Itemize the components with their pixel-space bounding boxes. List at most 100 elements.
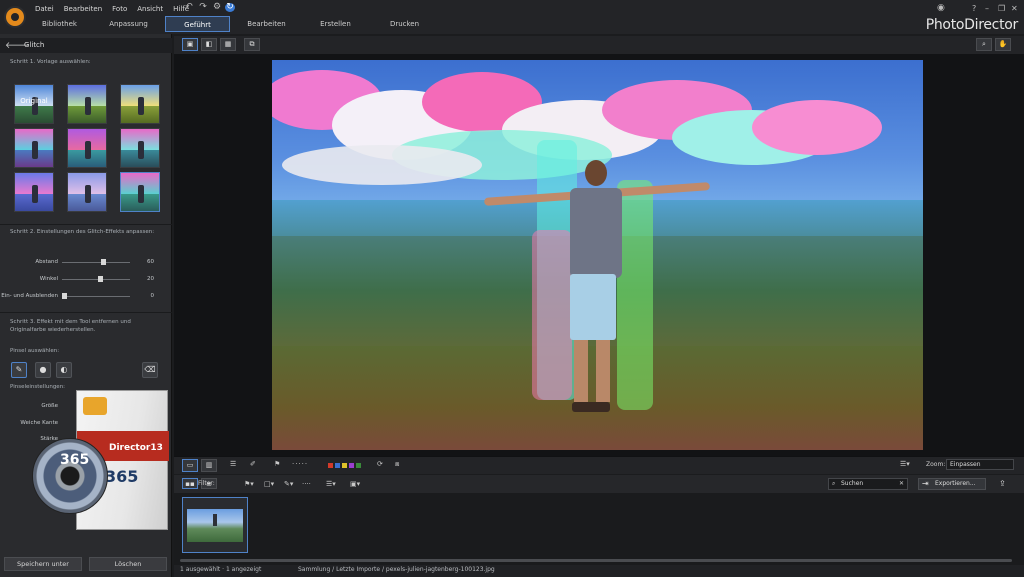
brush-size-label: Größe: [41, 403, 58, 409]
menu-file[interactable]: Datei: [34, 3, 55, 15]
settings-icon[interactable]: ⚙: [212, 3, 222, 12]
tab-library[interactable]: Bibliothek: [27, 16, 92, 32]
update-icon[interactable]: ↻: [225, 3, 235, 12]
search-input[interactable]: Suchen: [828, 478, 908, 490]
flag-icon[interactable]: ✐: [250, 460, 256, 468]
account-icon[interactable]: ◉: [937, 3, 945, 13]
brush-strength-label: Stärke: [40, 436, 58, 442]
grid-view-icon[interactable]: ▦: [220, 38, 236, 51]
tab-print[interactable]: Drucken: [372, 16, 437, 32]
tab-guided[interactable]: Geführt: [165, 16, 230, 32]
eraser-tool-button[interactable]: ●: [35, 362, 51, 378]
box-365-label: 365: [105, 467, 139, 486]
zoom-label: Zoom:: [926, 461, 946, 468]
thumbnail-view-icon[interactable]: ▪▪: [182, 478, 198, 489]
color-label-red[interactable]: [328, 463, 333, 468]
brush-tool-button[interactable]: ✎: [11, 362, 27, 378]
divider: [0, 224, 172, 225]
title-bar: Datei Bearbeiten Foto Ansicht Hilfe ↶ ↷ …: [0, 0, 1024, 34]
flag-filter-icon[interactable]: ⚑▾: [244, 480, 254, 488]
fade-label: Ein- und Ausblenden: [1, 293, 58, 299]
color-label-blue[interactable]: [335, 463, 340, 468]
clear-brush-button[interactable]: ⌫: [142, 362, 158, 378]
preset-4[interactable]: [14, 128, 54, 168]
rating-filter-icon[interactable]: ····: [302, 480, 311, 488]
step2-label: Schritt 2. Einstellungen des Glitch-Effe…: [10, 229, 155, 235]
step3-label-line2: Originalfarbe wiederherstellen.: [10, 327, 96, 333]
tab-create[interactable]: Erstellen: [303, 16, 368, 32]
pick-flag-icon[interactable]: ⚑: [274, 460, 280, 468]
color-label-green[interactable]: [356, 463, 361, 468]
tab-adjustment[interactable]: Anpassung: [96, 16, 161, 32]
menu-edit[interactable]: Bearbeiten: [63, 3, 103, 15]
single-layout-icon[interactable]: ▭: [182, 459, 198, 472]
zoom-tool-icon[interactable]: ⌕: [976, 38, 992, 51]
selection-count: 1 ausgewählt · 1 angezeigt: [180, 566, 262, 573]
brush-select-label: Pinsel auswählen:: [10, 348, 60, 354]
fade-slider[interactable]: [62, 296, 130, 297]
preset-3[interactable]: [120, 84, 160, 124]
smart-brush-button[interactable]: ◐: [56, 362, 72, 378]
close-button[interactable]: ✕: [1011, 4, 1018, 13]
distance-slider[interactable]: [62, 262, 130, 263]
stack-filter-icon[interactable]: ▣▾: [350, 480, 360, 488]
label-filter-icon[interactable]: □▾: [264, 480, 274, 488]
module-tabs: Bibliothek Anpassung Geführt Bearbeiten …: [27, 16, 441, 32]
app-logo-icon: [4, 6, 26, 28]
color-label-yellow[interactable]: [342, 463, 347, 468]
box-logo-icon: [83, 397, 107, 415]
menu-photo[interactable]: Foto: [111, 3, 128, 15]
filmstrip: [174, 493, 1024, 565]
preset-6[interactable]: [120, 128, 160, 168]
box-title: Director13: [109, 443, 163, 453]
fade-slider-thumb[interactable]: [62, 293, 67, 299]
preset-original[interactable]: Original: [14, 84, 54, 124]
preset-5[interactable]: [67, 128, 107, 168]
crop-icon[interactable]: ⧈: [395, 460, 399, 469]
preset-2[interactable]: [67, 84, 107, 124]
rating-stars[interactable]: ·····: [292, 460, 308, 468]
product-disc-image: [32, 438, 108, 514]
step3-label-line1: Schritt 3. Effekt mit dem Tool entfernen…: [10, 319, 131, 325]
preset-7[interactable]: [14, 172, 54, 212]
preset-8[interactable]: [67, 172, 107, 212]
glitch-photo[interactable]: [272, 60, 923, 450]
hand-tool-icon[interactable]: ✋: [995, 38, 1011, 51]
preset-glitch-selected[interactable]: [120, 172, 160, 212]
single-view-icon[interactable]: ▣: [182, 38, 198, 51]
compare-view-icon[interactable]: ◧: [201, 38, 217, 51]
filmstrip-scrollbar[interactable]: [180, 559, 1012, 562]
minimize-button[interactable]: –: [985, 4, 989, 13]
edit-filter-icon[interactable]: ✎▾: [284, 480, 293, 488]
save-as-button[interactable]: Speichern unter: [4, 557, 82, 571]
color-label-purple[interactable]: [349, 463, 354, 468]
angle-label: Winkel: [39, 276, 58, 282]
maximize-button[interactable]: ❐: [998, 4, 1005, 13]
sort-icon[interactable]: ☰: [230, 460, 236, 468]
help-button[interactable]: ?: [972, 4, 976, 13]
distance-value: 60: [147, 259, 154, 265]
photo-thumbnail[interactable]: [182, 497, 248, 553]
share-icon[interactable]: ⇪: [999, 479, 1006, 488]
angle-slider[interactable]: [62, 279, 130, 280]
redo-icon[interactable]: ↷: [198, 3, 208, 12]
delete-button[interactable]: Löschen: [89, 557, 167, 571]
thumbnail-image: [187, 509, 243, 542]
rotate-icon[interactable]: ⟳: [377, 460, 383, 468]
undo-icon[interactable]: ↶: [184, 3, 194, 12]
sort-filter-icon[interactable]: ☰▾: [326, 480, 336, 488]
tab-edit[interactable]: Bearbeiten: [234, 16, 299, 32]
zoom-select[interactable]: Einpassen: [946, 459, 1014, 470]
angle-slider-thumb[interactable]: [98, 276, 103, 282]
export-icon: ⇥: [922, 479, 929, 488]
fullscreen-icon[interactable]: ⧉: [244, 38, 260, 51]
split-layout-icon[interactable]: ▥: [201, 459, 217, 472]
clear-search-icon[interactable]: ✕: [899, 480, 904, 487]
menu-view[interactable]: Ansicht: [136, 3, 164, 15]
view-options-icon[interactable]: ☰▾: [900, 460, 910, 468]
search-icon: ⌕: [832, 480, 836, 487]
distance-slider-thumb[interactable]: [101, 259, 106, 265]
step1-label: Schritt 1. Vorlage auswählen:: [10, 59, 91, 65]
viewer-toolbar: ▣ ◧ ▦ ⧉ ⌕ ✋: [174, 36, 1024, 54]
thumbnail-figure: [213, 514, 217, 526]
